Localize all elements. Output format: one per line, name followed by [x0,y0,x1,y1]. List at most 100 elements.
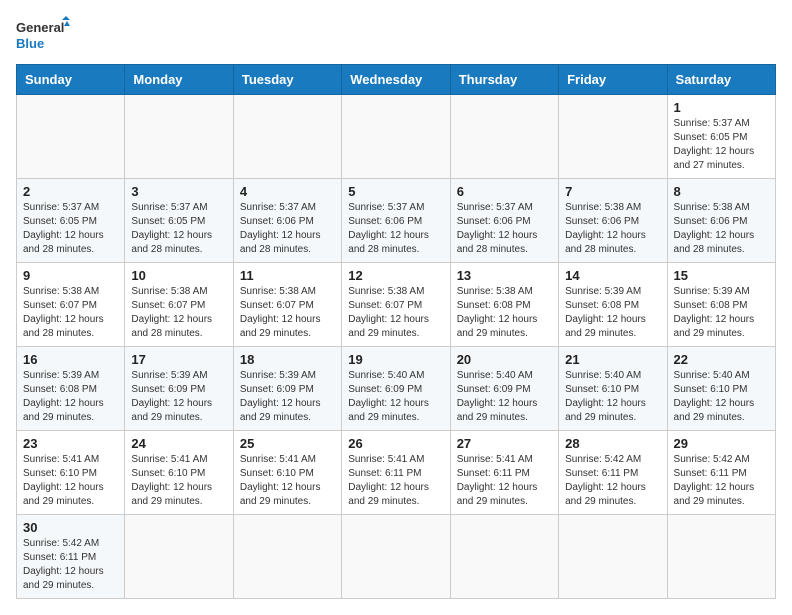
day-number: 28 [565,436,660,451]
day-cell: 12 Sunrise: 5:38 AM Sunset: 6:07 PM Dayli… [342,263,450,347]
day-info: Sunrise: 5:41 AM Sunset: 6:10 PM Dayligh… [131,453,226,509]
day-number: 11 [240,268,335,283]
weekday-header-monday: Monday [125,65,233,95]
header: General Blue [16,16,776,54]
day-number: 5 [348,184,443,199]
day-info: Sunrise: 5:40 AM Sunset: 6:09 PM Dayligh… [348,369,443,425]
day-cell: 24 Sunrise: 5:41 AM Sunset: 6:10 PM Dayli… [125,431,233,515]
day-info: Sunrise: 5:40 AM Sunset: 6:10 PM Dayligh… [674,369,769,425]
day-number: 4 [240,184,335,199]
day-number: 16 [23,352,118,367]
day-number: 24 [131,436,226,451]
day-cell [667,515,775,599]
day-cell [342,515,450,599]
day-cell: 18 Sunrise: 5:39 AM Sunset: 6:09 PM Dayli… [233,347,341,431]
day-info: Sunrise: 5:39 AM Sunset: 6:09 PM Dayligh… [240,369,335,425]
day-cell: 20 Sunrise: 5:40 AM Sunset: 6:09 PM Dayli… [450,347,558,431]
day-number: 12 [348,268,443,283]
day-cell: 10Sunrise: 5:38 AM Sunset: 6:07 PM Dayli… [125,263,233,347]
day-info: Sunrise: 5:42 AM Sunset: 6:11 PM Dayligh… [23,537,118,593]
day-number: 29 [674,436,769,451]
week-row-4: 16 Sunrise: 5:39 AM Sunset: 6:08 PM Dayli… [17,347,776,431]
day-number: 3 [131,184,226,199]
day-cell [233,95,341,179]
day-info: Sunrise: 5:39 AM Sunset: 6:08 PM Dayligh… [565,285,660,341]
day-info: Sunrise: 5:38 AM Sunset: 6:07 PM Dayligh… [348,285,443,341]
day-number: 8 [674,184,769,199]
day-info: Sunrise: 5:38 AM Sunset: 6:07 PM Dayligh… [240,285,335,341]
day-info: Sunrise: 5:39 AM Sunset: 6:09 PM Dayligh… [131,369,226,425]
generalblue-logo-icon: General Blue [16,16,71,54]
day-info: Sunrise: 5:40 AM Sunset: 6:09 PM Dayligh… [457,369,552,425]
day-cell: 6 Sunrise: 5:37 AM Sunset: 6:06 PM Daylig… [450,179,558,263]
day-cell: 13 Sunrise: 5:38 AM Sunset: 6:08 PM Dayli… [450,263,558,347]
day-cell: 2 Sunrise: 5:37 AM Sunset: 6:05 PM Daylig… [17,179,125,263]
day-cell: 7 Sunrise: 5:38 AM Sunset: 6:06 PM Daylig… [559,179,667,263]
day-number: 23 [23,436,118,451]
day-cell: 26Sunrise: 5:41 AM Sunset: 6:11 PM Dayli… [342,431,450,515]
day-cell: 9 Sunrise: 5:38 AM Sunset: 6:07 PM Daylig… [17,263,125,347]
svg-text:General: General [16,20,64,35]
day-cell [559,515,667,599]
day-info: Sunrise: 5:41 AM Sunset: 6:11 PM Dayligh… [457,453,552,509]
day-number: 14 [565,268,660,283]
day-info: Sunrise: 5:39 AM Sunset: 6:08 PM Dayligh… [23,369,118,425]
week-row-1: 1Sunrise: 5:37 AM Sunset: 6:05 PM Daylig… [17,95,776,179]
day-info: Sunrise: 5:41 AM Sunset: 6:11 PM Dayligh… [348,453,443,509]
day-number: 6 [457,184,552,199]
day-number: 13 [457,268,552,283]
week-row-3: 9 Sunrise: 5:38 AM Sunset: 6:07 PM Daylig… [17,263,776,347]
day-cell: 17 Sunrise: 5:39 AM Sunset: 6:09 PM Dayli… [125,347,233,431]
week-row-6: 30Sunrise: 5:42 AM Sunset: 6:11 PM Dayli… [17,515,776,599]
day-cell [450,95,558,179]
day-cell: 11 Sunrise: 5:38 AM Sunset: 6:07 PM Dayli… [233,263,341,347]
weekday-header-wednesday: Wednesday [342,65,450,95]
day-number: 18 [240,352,335,367]
day-cell: 14 Sunrise: 5:39 AM Sunset: 6:08 PM Dayli… [559,263,667,347]
day-cell: 8Sunrise: 5:38 AM Sunset: 6:06 PM Daylig… [667,179,775,263]
day-number: 7 [565,184,660,199]
day-info: Sunrise: 5:40 AM Sunset: 6:10 PM Dayligh… [565,369,660,425]
day-cell: 15Sunrise: 5:39 AM Sunset: 6:08 PM Dayli… [667,263,775,347]
weekday-header-friday: Friday [559,65,667,95]
day-number: 17 [131,352,226,367]
day-cell [17,95,125,179]
day-cell: 19 Sunrise: 5:40 AM Sunset: 6:09 PM Dayli… [342,347,450,431]
day-cell [233,515,341,599]
day-number: 25 [240,436,335,451]
day-cell: 27 Sunrise: 5:41 AM Sunset: 6:11 PM Dayli… [450,431,558,515]
day-cell: 1Sunrise: 5:37 AM Sunset: 6:05 PM Daylig… [667,95,775,179]
day-info: Sunrise: 5:38 AM Sunset: 6:06 PM Dayligh… [565,201,660,257]
day-cell [125,515,233,599]
weekday-header-thursday: Thursday [450,65,558,95]
day-info: Sunrise: 5:42 AM Sunset: 6:11 PM Dayligh… [674,453,769,509]
day-info: Sunrise: 5:37 AM Sunset: 6:06 PM Dayligh… [348,201,443,257]
week-row-2: 2 Sunrise: 5:37 AM Sunset: 6:05 PM Daylig… [17,179,776,263]
day-cell: 23 Sunrise: 5:41 AM Sunset: 6:10 PM Dayli… [17,431,125,515]
weekday-header-tuesday: Tuesday [233,65,341,95]
day-number: 9 [23,268,118,283]
day-info: Sunrise: 5:38 AM Sunset: 6:08 PM Dayligh… [457,285,552,341]
day-cell: 3Sunrise: 5:37 AM Sunset: 6:05 PM Daylig… [125,179,233,263]
day-number: 2 [23,184,118,199]
day-cell: 25 Sunrise: 5:41 AM Sunset: 6:10 PM Dayli… [233,431,341,515]
day-info: Sunrise: 5:41 AM Sunset: 6:10 PM Dayligh… [23,453,118,509]
day-number: 20 [457,352,552,367]
week-row-5: 23 Sunrise: 5:41 AM Sunset: 6:10 PM Dayli… [17,431,776,515]
day-number: 10 [131,268,226,283]
day-info: Sunrise: 5:37 AM Sunset: 6:05 PM Dayligh… [23,201,118,257]
day-cell: 16 Sunrise: 5:39 AM Sunset: 6:08 PM Dayli… [17,347,125,431]
day-cell: 22 Sunrise: 5:40 AM Sunset: 6:10 PM Dayli… [667,347,775,431]
day-cell: 28Sunrise: 5:42 AM Sunset: 6:11 PM Dayli… [559,431,667,515]
day-cell: 4Sunrise: 5:37 AM Sunset: 6:06 PM Daylig… [233,179,341,263]
day-cell [450,515,558,599]
day-cell [342,95,450,179]
day-number: 19 [348,352,443,367]
day-info: Sunrise: 5:38 AM Sunset: 6:07 PM Dayligh… [23,285,118,341]
day-number: 1 [674,100,769,115]
day-number: 27 [457,436,552,451]
day-info: Sunrise: 5:37 AM Sunset: 6:06 PM Dayligh… [457,201,552,257]
day-cell: 21Sunrise: 5:40 AM Sunset: 6:10 PM Dayli… [559,347,667,431]
day-number: 22 [674,352,769,367]
day-info: Sunrise: 5:41 AM Sunset: 6:10 PM Dayligh… [240,453,335,509]
